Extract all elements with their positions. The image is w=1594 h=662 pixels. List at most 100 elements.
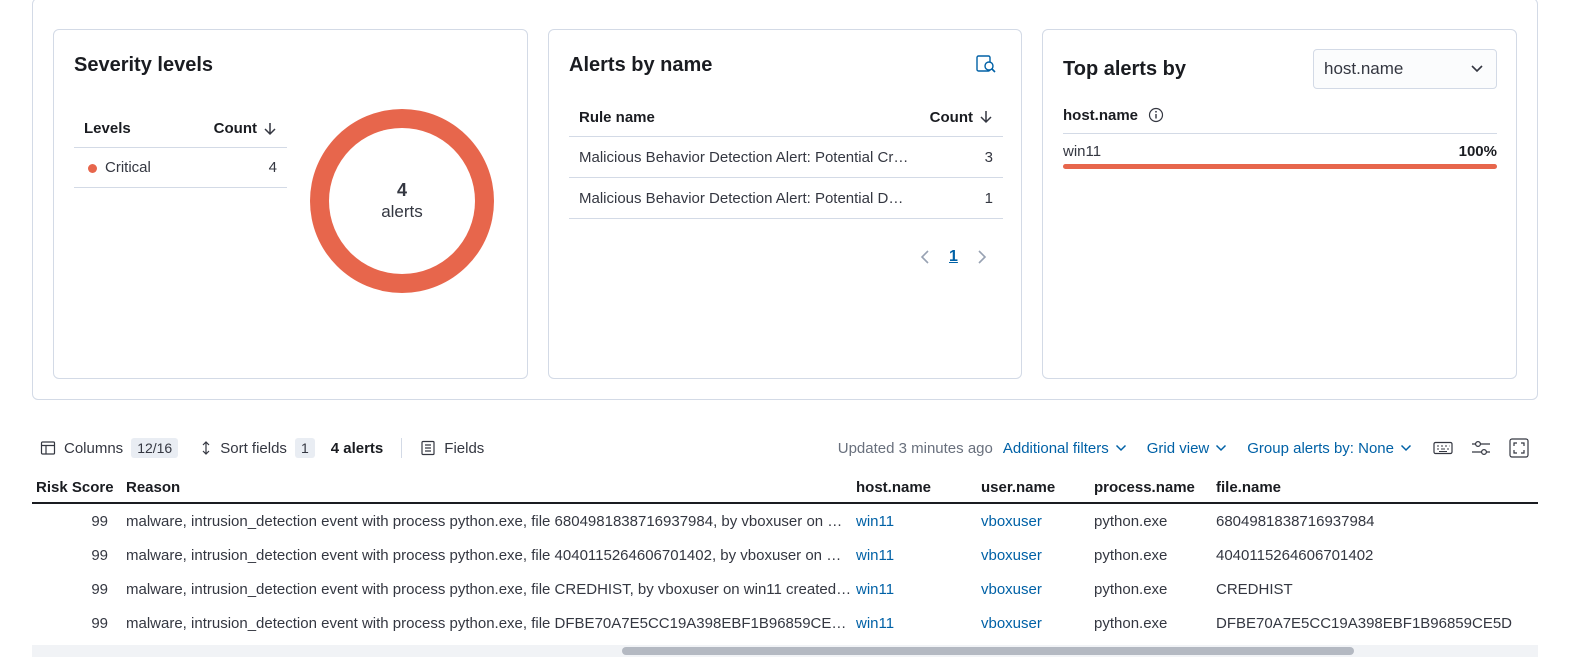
file-name-cell: 6804981838716937984 (1216, 512, 1375, 530)
user-name-link[interactable]: vboxuser (977, 547, 1090, 564)
grid-toolbar: Columns 12/16 Sort fields 1 4 alerts Fie… (40, 434, 1530, 462)
progress-fill (1063, 164, 1497, 169)
info-icon[interactable] (1148, 107, 1164, 123)
scrollbar-thumb[interactable] (622, 647, 1354, 655)
rule-row[interactable]: Malicious Behavior Detection Alert: Pote… (569, 137, 1003, 178)
file-name-cell: CREDHIST (1216, 580, 1293, 598)
rule-count: 1 (984, 189, 993, 207)
rule-name-column-header[interactable]: Rule name (579, 109, 655, 126)
updated-text: Updated 3 minutes ago (837, 439, 993, 457)
alerts-by-name-title: Alerts by name (569, 54, 713, 76)
count-column-header[interactable]: Count (214, 120, 277, 137)
host-name-link[interactable]: win11 (852, 513, 977, 530)
rule-count: 3 (984, 148, 993, 166)
process-name-header[interactable]: process.name (1090, 479, 1212, 496)
table-row[interactable]: 99 malware, intrusion_detection event wi… (32, 606, 1538, 640)
sort-icon (202, 441, 210, 455)
file-name-header[interactable]: file.name (1212, 479, 1532, 496)
inspect-icon[interactable] (975, 53, 997, 75)
host-name-header[interactable]: host.name (852, 479, 977, 496)
host-name-link[interactable]: win11 (852, 615, 977, 632)
reason-header[interactable]: Reason (122, 479, 852, 496)
rule-name: Malicious Behavior Detection Alert: Pote… (579, 148, 909, 166)
page-number[interactable]: 1 (949, 248, 958, 266)
group-alerts-button[interactable]: Group alerts by: None (1247, 440, 1412, 457)
horizontal-scrollbar[interactable] (32, 645, 1538, 657)
sort-label: Sort fields (220, 439, 287, 457)
donut-count: 4 (396, 180, 407, 200)
risk-score-cell: 99 (91, 512, 108, 530)
count-header-label: Count (929, 108, 973, 126)
donut-center: 4 alerts (329, 128, 475, 274)
additional-filters-button[interactable]: Additional filters (1003, 440, 1127, 457)
top-alerts-card: Top alerts by host.name host.name win11 … (1042, 29, 1517, 379)
table-icon (40, 441, 56, 455)
user-name-header[interactable]: user.name (977, 479, 1090, 496)
alerts-count: 4 alerts (330, 439, 384, 457)
chevron-down-icon (1400, 444, 1412, 452)
alerts-data-grid: Risk Score Reason host.name user.name pr… (32, 473, 1538, 640)
top-field-header: host.name (1063, 107, 1139, 124)
rule-row[interactable]: Malicious Behavior Detection Alert: Pote… (569, 178, 1003, 219)
columns-label: Columns (64, 439, 124, 457)
risk-score-cell: 99 (91, 580, 108, 598)
host-name-link[interactable]: win11 (852, 581, 977, 598)
table-row[interactable]: 99 malware, intrusion_detection event wi… (32, 504, 1538, 538)
group-field-select[interactable]: host.name (1313, 49, 1497, 89)
columns-button[interactable]: Columns 12/16 (40, 438, 179, 458)
table-row[interactable]: 99 malware, intrusion_detection event wi… (32, 538, 1538, 572)
group-alerts-label: Group alerts by: None (1247, 439, 1394, 457)
donut-label: alerts (381, 202, 423, 221)
top-alerts-title: Top alerts by (1063, 58, 1186, 80)
fields-label: Fields (444, 439, 485, 457)
process-name-cell: python.exe (1094, 580, 1168, 598)
user-name-link[interactable]: vboxuser (977, 513, 1090, 530)
grid-view-label: Grid view (1146, 439, 1210, 457)
fields-button[interactable]: Fields (420, 440, 484, 457)
file-name-cell: 4040115264606701402 (1216, 546, 1374, 564)
count-column-header[interactable]: Count (930, 109, 993, 126)
reason-cell: malware, intrusion_detection event with … (126, 580, 852, 598)
pagination: 1 (919, 248, 988, 266)
arrow-down-icon (980, 111, 992, 124)
rule-name: Malicious Behavior Detection Alert: Pote… (579, 189, 909, 207)
severity-level-label: Critical (105, 159, 151, 176)
user-name-link[interactable]: vboxuser (977, 615, 1090, 632)
severity-donut-chart[interactable]: 4 alerts (310, 109, 494, 293)
alerts-by-name-card: Alerts by name Rule name Count Malicious… (548, 29, 1022, 379)
risk-score-header[interactable]: Risk Score (32, 479, 122, 496)
process-name-cell: python.exe (1094, 546, 1168, 564)
top-alerts-row[interactable]: win11 100% (1063, 143, 1497, 160)
chevron-right-icon[interactable] (976, 249, 988, 265)
chevron-down-icon (1471, 65, 1483, 73)
chevron-left-icon[interactable] (919, 249, 931, 265)
severity-count: 4 (268, 159, 277, 176)
severity-level: Critical (88, 159, 151, 176)
table-row[interactable]: 99 malware, intrusion_detection event wi… (32, 572, 1538, 606)
keyboard-icon[interactable] (1432, 437, 1454, 459)
severity-table: Levels Count Critical 4 (74, 110, 287, 188)
process-name-cell: python.exe (1094, 614, 1168, 632)
toolbar-right: Updated 3 minutes ago Additional filters… (838, 437, 1530, 459)
columns-badge: 12/16 (131, 438, 179, 458)
reason-cell: malware, intrusion_detection event with … (126, 512, 852, 530)
levels-column-header[interactable]: Levels (84, 120, 131, 137)
host-name-link[interactable]: win11 (852, 547, 977, 564)
fullscreen-icon[interactable] (1508, 437, 1530, 459)
severity-levels-card: Severity levels Levels Count Critical 4 … (53, 29, 528, 379)
risk-score-cell: 99 (91, 546, 108, 564)
arrow-down-icon (264, 122, 276, 135)
group-field-value: host.name (1324, 59, 1404, 78)
top-alerts-header: host.name (1063, 107, 1497, 134)
alerts-by-name-header: Rule name Count (569, 98, 1003, 137)
severity-row[interactable]: Critical 4 (74, 148, 287, 188)
chevron-down-icon (1216, 444, 1227, 452)
sort-fields-button[interactable]: Sort fields 1 (200, 438, 315, 458)
user-name-link[interactable]: vboxuser (977, 581, 1090, 598)
charts-panel: Severity levels Levels Count Critical 4 … (32, 0, 1538, 400)
risk-score-cell: 99 (91, 614, 108, 632)
grid-view-button[interactable]: Grid view (1147, 440, 1228, 457)
reason-cell: malware, intrusion_detection event with … (126, 546, 852, 564)
display-settings-icon[interactable] (1470, 437, 1492, 459)
sort-badge: 1 (294, 438, 315, 458)
